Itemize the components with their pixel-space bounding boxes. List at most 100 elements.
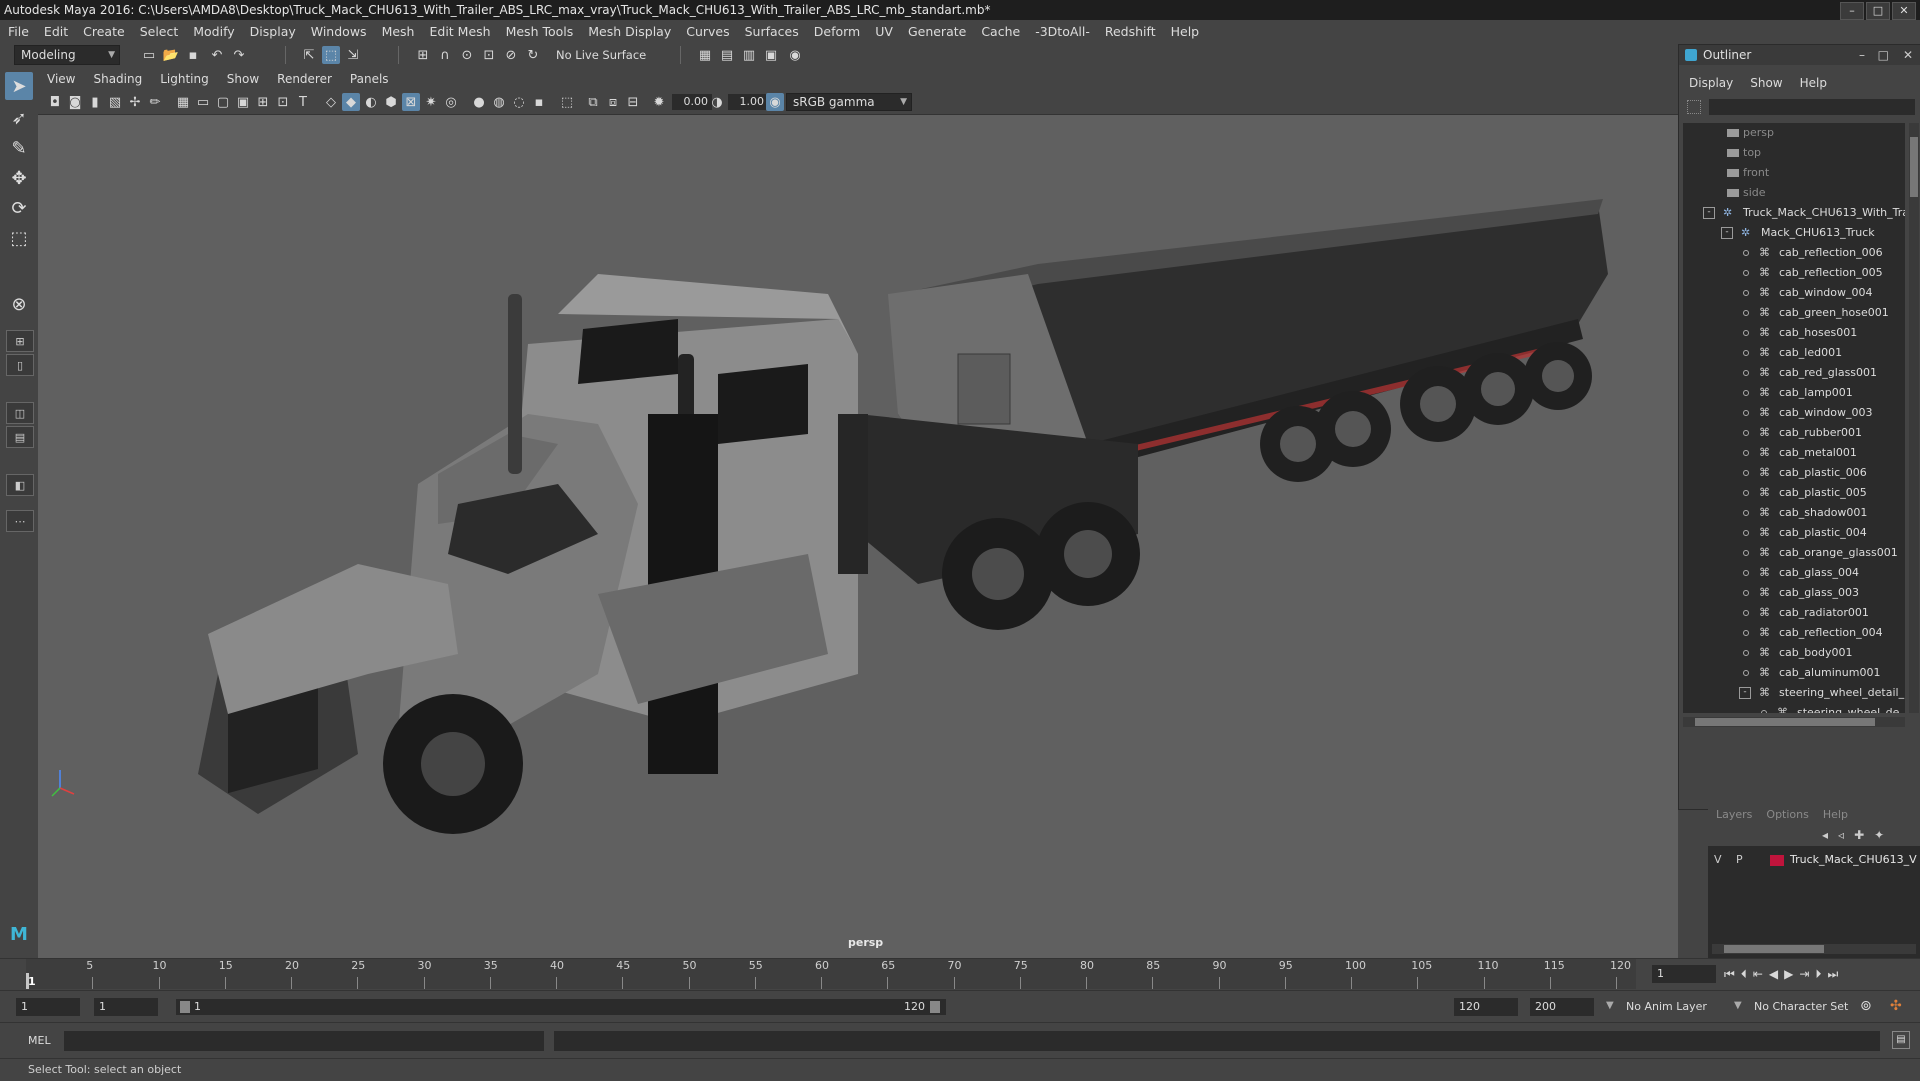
menu-edit-mesh[interactable]: Edit Mesh <box>421 24 497 39</box>
time-slider-ticks[interactable]: 1 5 10 15 20 25 30 35 40 45 50 55 60 65 70 75 80 85 90 95 1… <box>26 959 1636 989</box>
menu-select[interactable]: Select <box>132 24 186 39</box>
layout-two-icon[interactable]: ◫ <box>6 402 34 424</box>
hypershade-icon[interactable]: ◉ <box>786 46 804 64</box>
render-view-icon[interactable]: ▣ <box>762 46 780 64</box>
outliner-filter-icon[interactable] <box>1687 100 1701 114</box>
menu-mesh-tools[interactable]: Mesh Tools <box>498 24 581 39</box>
snap-view-plane-icon[interactable]: ⊡ <box>480 46 498 64</box>
outliner-item[interactable]: ⌘ cab_plastic_004 <box>1683 523 1905 543</box>
outliner-item[interactable]: - ⌘ steering_wheel_detail_ <box>1683 683 1905 703</box>
auto-key-icon[interactable]: ⊚ <box>1860 998 1872 1014</box>
menu-help[interactable]: Help <box>1163 24 1207 39</box>
range-start-handle[interactable] <box>180 1001 190 1013</box>
menu-display[interactable]: Display <box>242 24 303 39</box>
safe-action-icon[interactable]: ⊡ <box>274 93 292 111</box>
layer-name[interactable]: Truck_Mack_CHU613_V <box>1790 850 1917 870</box>
menu-deform[interactable]: Deform <box>806 24 867 39</box>
select-tool-icon[interactable]: ➤ <box>5 72 33 100</box>
current-time-indicator[interactable] <box>26 973 29 989</box>
menu-windows[interactable]: Windows <box>303 24 374 39</box>
outliner-close-button[interactable]: ✕ <box>1903 45 1913 65</box>
grid-icon[interactable]: ▦ <box>174 93 192 111</box>
collapse-toggle-icon[interactable]: - <box>1721 227 1733 239</box>
menu-mesh-display[interactable]: Mesh Display <box>580 24 678 39</box>
viewport-panel[interactable]: View Shading Lighting Show Renderer Pane… <box>38 68 1678 958</box>
playback-start-field[interactable]: 1 <box>94 998 158 1016</box>
scene-end-field[interactable]: 200 <box>1530 998 1594 1016</box>
live-surface-label[interactable]: No Live Surface <box>556 48 646 62</box>
step-forward-frame-icon[interactable]: ⏵ <box>1815 967 1821 982</box>
outliner-item[interactable]: ⌘ cab_window_003 <box>1683 403 1905 423</box>
menu-curves[interactable]: Curves <box>678 24 736 39</box>
outliner-item[interactable]: ⌘ cab_red_glass001 <box>1683 363 1905 383</box>
outliner-item[interactable]: ⌘ cab_glass_004 <box>1683 563 1905 583</box>
undo-icon[interactable]: ↶ <box>208 46 226 64</box>
rotate-tool-icon[interactable]: ⟳ <box>5 194 33 222</box>
outliner-item[interactable]: ⌘ cab_reflection_006 <box>1683 243 1905 263</box>
view-transform-dropdown[interactable]: sRGB gamma ▼ <box>786 93 912 111</box>
viewport-menu-view[interactable]: View <box>38 72 84 86</box>
select-object-icon[interactable]: ⬚ <box>322 46 340 64</box>
snap-grid-icon[interactable]: ⊞ <box>414 46 432 64</box>
layer-menu-options[interactable]: Options <box>1766 808 1808 824</box>
snap-toggle-icon[interactable]: ⊗ <box>5 290 33 318</box>
scene-start-field[interactable]: 1 <box>16 998 80 1016</box>
layer-menu-layers[interactable]: Layers <box>1716 808 1752 824</box>
exposure-field[interactable]: 0.00 <box>672 94 712 110</box>
ipr-render-icon[interactable]: ▥ <box>740 46 758 64</box>
layer-horizontal-scrollbar[interactable] <box>1712 944 1916 954</box>
scene-view[interactable] <box>38 114 1678 958</box>
outliner-item[interactable]: ⌘ cab_rubber001 <box>1683 423 1905 443</box>
outliner-search-input[interactable] <box>1709 99 1915 115</box>
menu-3dtoall[interactable]: -3DtoAll- <box>1027 24 1097 39</box>
gate-mask-icon[interactable]: ▣ <box>234 93 252 111</box>
new-scene-icon[interactable]: ▭ <box>140 46 158 64</box>
viewport-menu-shading[interactable]: Shading <box>84 72 151 86</box>
exposure-icon[interactable]: ✹ <box>650 93 668 111</box>
render-frame-icon[interactable]: ▤ <box>718 46 736 64</box>
outliner-item[interactable]: ⌘ cab_lamp001 <box>1683 383 1905 403</box>
layout-single-icon[interactable]: ▯ <box>6 354 34 376</box>
outliner-menu-show[interactable]: Show <box>1740 76 1789 90</box>
script-editor-icon[interactable]: ▤ <box>1892 1031 1910 1049</box>
outliner-item[interactable]: ⌘ cab_shadow001 <box>1683 503 1905 523</box>
viewport-menu-lighting[interactable]: Lighting <box>151 72 218 86</box>
menu-create[interactable]: Create <box>75 24 132 39</box>
layer-row[interactable]: V P Truck_Mack_CHU613_V <box>1708 850 1920 870</box>
open-scene-icon[interactable]: 📂 <box>162 46 180 64</box>
outliner-minimize-button[interactable]: – <box>1859 45 1865 65</box>
layer-color-swatch[interactable] <box>1770 855 1784 866</box>
maximize-button[interactable]: □ <box>1866 2 1890 20</box>
outliner-item[interactable]: front <box>1683 163 1905 183</box>
viewport-menu-renderer[interactable]: Renderer <box>268 72 341 86</box>
menu-surfaces[interactable]: Surfaces <box>737 24 806 39</box>
menu-modify[interactable]: Modify <box>185 24 241 39</box>
camera-attributes-icon[interactable]: ◙ <box>66 93 84 111</box>
menu-uv[interactable]: UV <box>867 24 900 39</box>
collapse-toggle-icon[interactable]: - <box>1739 687 1751 699</box>
outliner-item[interactable]: ⌘ cab_hoses001 <box>1683 323 1905 343</box>
layout-graph-icon[interactable]: ◧ <box>6 474 34 496</box>
outliner-item[interactable]: top <box>1683 143 1905 163</box>
outliner-item[interactable]: ⌘ cab_plastic_005 <box>1683 483 1905 503</box>
layout-outliner-icon[interactable]: ▤ <box>6 426 34 448</box>
animation-preferences-icon[interactable]: ✣ <box>1890 998 1902 1014</box>
menu-cache[interactable]: Cache <box>973 24 1027 39</box>
time-slider[interactable]: 1 5 10 15 20 25 30 35 40 45 50 55 60 65 70 75 80 85 90 95 1… <box>0 958 1920 991</box>
viewport-menu-panels[interactable]: Panels <box>341 72 398 86</box>
anim-layer-dropdown[interactable]: No Anim Layer <box>1626 1000 1707 1013</box>
command-language-label[interactable]: MEL <box>28 1034 51 1047</box>
layout-more-icon[interactable]: ⋯ <box>6 510 34 532</box>
gamma-icon[interactable]: ◑ <box>708 93 726 111</box>
shadows-icon[interactable]: ◎ <box>442 93 460 111</box>
2d-pan-zoom-icon[interactable]: ✢ <box>126 93 144 111</box>
outliner-item[interactable]: - ✲ Truck_Mack_CHU613_With_Trai <box>1683 203 1905 223</box>
outliner-item[interactable]: ⌘ cab_green_hose001 <box>1683 303 1905 323</box>
layout-four-icon[interactable]: ⊞ <box>6 330 34 352</box>
snap-surface-icon[interactable]: ⊘ <box>502 46 520 64</box>
layer-playback-toggle[interactable]: P <box>1736 850 1743 870</box>
wireframe-icon[interactable]: ◇ <box>322 93 340 111</box>
go-to-end-icon[interactable]: ⏭ <box>1827 967 1838 982</box>
range-end-handle[interactable] <box>930 1001 940 1013</box>
camera-select-icon[interactable]: ◘ <box>46 93 64 111</box>
